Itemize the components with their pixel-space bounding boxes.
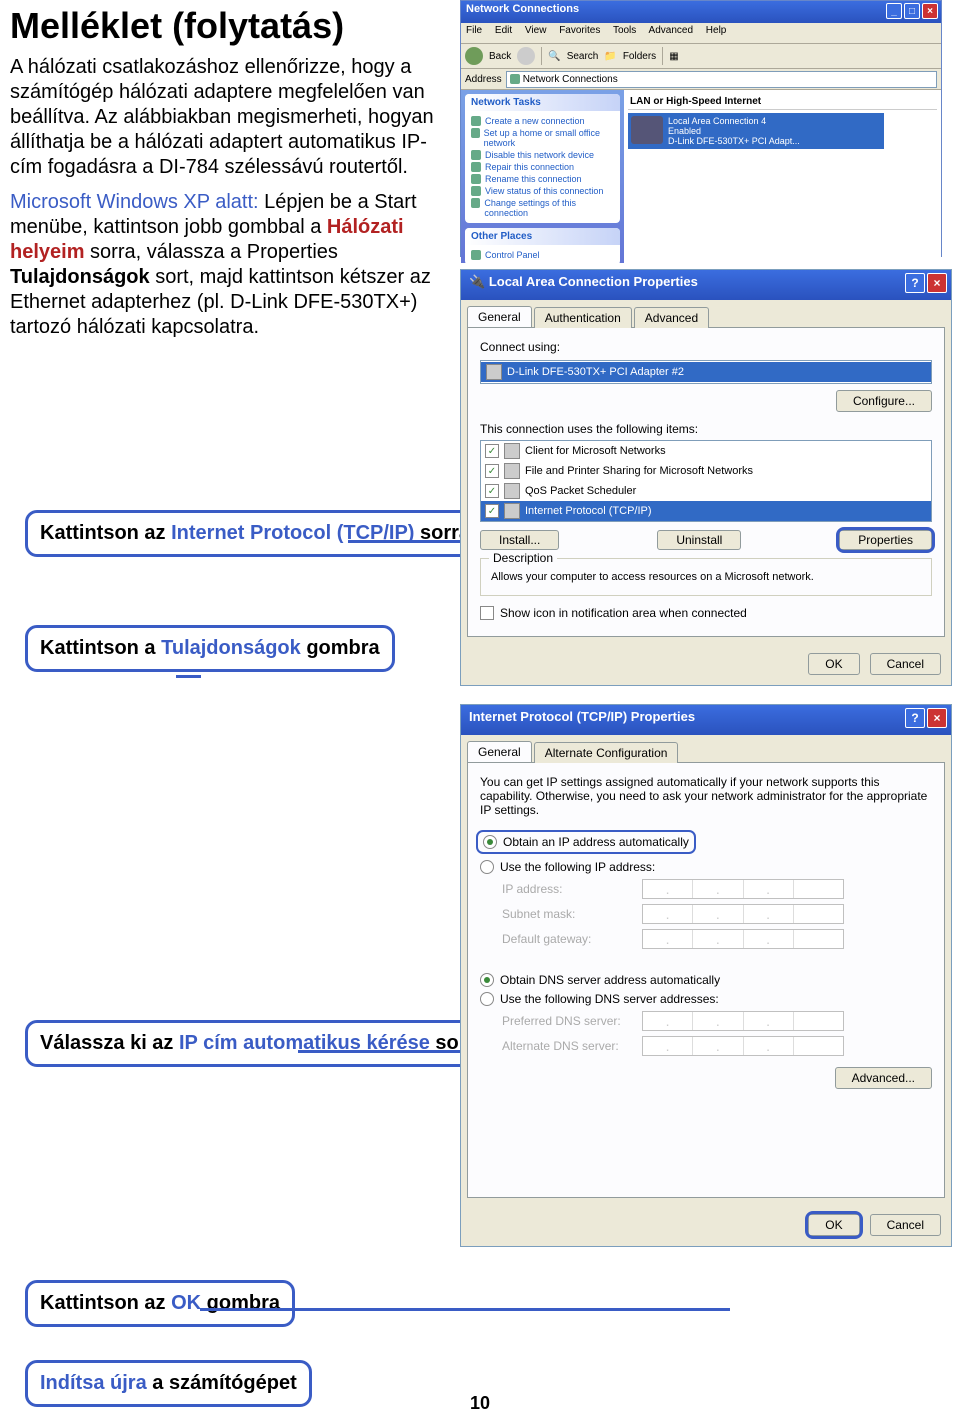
task-item[interactable]: Create a new connection xyxy=(471,116,614,126)
titlebar: Network Connections _ □ × xyxy=(461,1,941,23)
dialog-titlebar: Internet Protocol (TCP/IP) Properties ? … xyxy=(461,705,951,735)
list-item[interactable]: ✓File and Printer Sharing for Microsoft … xyxy=(481,461,931,481)
task-item[interactable]: Repair this connection xyxy=(471,162,614,172)
close-icon[interactable]: × xyxy=(927,273,947,293)
connect-using-label: Connect using: xyxy=(480,340,932,354)
adapter-select[interactable]: D-Link DFE-530TX+ PCI Adapter #2 xyxy=(480,360,932,384)
callout-tcpip: Kattintson az Internet Protocol (TCP/IP)… xyxy=(25,510,485,557)
qos-icon xyxy=(504,483,520,499)
radio-use-dns[interactable]: Use the following DNS server addresses: xyxy=(480,992,932,1006)
tab-general[interactable]: General xyxy=(467,306,532,327)
task-item[interactable]: View status of this connection xyxy=(471,186,614,196)
install-button[interactable]: Install... xyxy=(480,530,559,550)
list-item[interactable]: ✓Client for Microsoft Networks xyxy=(481,441,931,461)
show-icon-checkbox[interactable]: Show icon in notification area when conn… xyxy=(480,606,932,620)
menubar[interactable]: File Edit View Favorites Tools Advanced … xyxy=(461,23,941,44)
task-item[interactable]: Set up a home or small office network xyxy=(471,128,614,148)
page-number: 10 xyxy=(0,1393,960,1414)
folders-icon[interactable]: 📁 xyxy=(604,51,616,62)
intro-text: You can get IP settings assigned automat… xyxy=(480,775,932,817)
gateway-row: Default gateway:... xyxy=(502,929,932,949)
page-heading: Melléklet (folytatás) xyxy=(10,5,450,47)
back-icon[interactable] xyxy=(465,47,483,65)
connector-2 xyxy=(176,675,201,678)
forward-icon[interactable] xyxy=(517,47,535,65)
radio-use-ip[interactable]: Use the following IP address: xyxy=(480,860,932,874)
connector-3 xyxy=(298,1050,480,1053)
minimize-icon[interactable]: _ xyxy=(886,3,902,19)
description-label: Description xyxy=(489,551,557,565)
dialog-titlebar: 🔌 Local Area Connection Properties ? × xyxy=(461,270,951,300)
connection-item[interactable]: Local Area Connection 4 Enabled D-Link D… xyxy=(628,113,884,149)
advanced-button[interactable]: Advanced... xyxy=(835,1067,932,1089)
cancel-button[interactable]: Cancel xyxy=(870,1214,941,1236)
tasks-header: Network Tasks xyxy=(465,94,620,111)
plug-icon: 🔌 xyxy=(469,274,485,289)
xp-lead: Microsoft Windows XP alatt: xyxy=(10,191,259,213)
properties-button[interactable]: Properties xyxy=(839,530,932,550)
ip-address-row: IP address:... xyxy=(502,879,932,899)
network-icon xyxy=(510,74,520,84)
other-places-item[interactable]: Control Panel xyxy=(471,250,614,260)
callout-auto-ip: Válassza ki az IP cím automatikus kérése… xyxy=(25,1020,488,1067)
lan-properties-dialog: 🔌 Local Area Connection Properties ? × G… xyxy=(460,269,952,686)
address-field[interactable]: Network Connections xyxy=(506,71,937,88)
pref-dns-row: Preferred DNS server:... xyxy=(502,1011,932,1031)
side-panel: Network Tasks Create a new connection Se… xyxy=(461,90,624,263)
close-icon[interactable]: × xyxy=(927,708,947,728)
list-item[interactable]: ✓QoS Packet Scheduler xyxy=(481,481,931,501)
tab-row: General Authentication Advanced xyxy=(461,300,951,327)
ok-button[interactable]: OK xyxy=(808,1214,859,1236)
network-connections-window: Network Connections _ □ × File Edit View… xyxy=(460,0,942,257)
close-icon[interactable]: × xyxy=(922,3,938,19)
components-listbox[interactable]: ✓Client for Microsoft Networks ✓File and… xyxy=(480,440,932,522)
alt-dns-row: Alternate DNS server:... xyxy=(502,1036,932,1056)
callout-ok: Kattintson az OK gombra xyxy=(25,1280,295,1327)
group-header: LAN or High-Speed Internet xyxy=(628,94,937,110)
other-places-header: Other Places xyxy=(465,228,620,245)
protocol-icon xyxy=(504,503,520,519)
adapter-icon xyxy=(486,364,502,380)
client-icon xyxy=(504,443,520,459)
network-adapter-icon xyxy=(631,116,663,144)
tab-authentication[interactable]: Authentication xyxy=(534,307,632,328)
cancel-button[interactable]: Cancel xyxy=(870,653,941,675)
tab-advanced[interactable]: Advanced xyxy=(634,307,709,328)
ok-button[interactable]: OK xyxy=(808,653,859,675)
address-bar: Address Network Connections xyxy=(461,69,941,90)
intro-xp: Microsoft Windows XP alatt: Lépjen be a … xyxy=(10,190,450,340)
connector-4 xyxy=(200,1308,730,1311)
task-item[interactable]: Rename this connection xyxy=(471,174,614,184)
uses-label: This connection uses the following items… xyxy=(480,422,932,436)
configure-button[interactable]: Configure... xyxy=(836,390,932,412)
radio-auto-ip[interactable]: Obtain an IP address automatically xyxy=(480,834,692,850)
description-text: Allows your computer to access resources… xyxy=(489,567,923,587)
tab-general[interactable]: General xyxy=(467,741,532,762)
task-item[interactable]: Disable this network device xyxy=(471,150,614,160)
help-icon[interactable]: ? xyxy=(905,708,925,728)
callout-properties: Kattintson a Tulajdonságok gombra xyxy=(25,625,395,672)
radio-auto-dns[interactable]: Obtain DNS server address automatically xyxy=(480,973,932,987)
search-icon[interactable]: 🔍 xyxy=(548,51,560,62)
tab-alternate[interactable]: Alternate Configuration xyxy=(534,742,679,763)
connections-pane: LAN or High-Speed Internet Local Area Co… xyxy=(624,90,941,263)
list-item-tcpip[interactable]: ✓Internet Protocol (TCP/IP) xyxy=(481,501,931,521)
file-share-icon xyxy=(504,463,520,479)
maximize-icon[interactable]: □ xyxy=(904,3,920,19)
ip-properties-dialog: Internet Protocol (TCP/IP) Properties ? … xyxy=(460,704,952,1247)
task-item[interactable]: Change settings of this connection xyxy=(471,198,614,218)
intro-paragraph: A hálózati csatlakozáshoz ellenőrizze, h… xyxy=(10,55,450,180)
views-icon[interactable]: ▦ xyxy=(669,51,678,62)
window-title: Network Connections xyxy=(466,3,579,15)
uninstall-button[interactable]: Uninstall xyxy=(657,530,741,550)
subnet-row: Subnet mask:... xyxy=(502,904,932,924)
help-icon[interactable]: ? xyxy=(905,273,925,293)
toolbar: Back 🔍Search 📁Folders ▦ xyxy=(461,44,941,69)
